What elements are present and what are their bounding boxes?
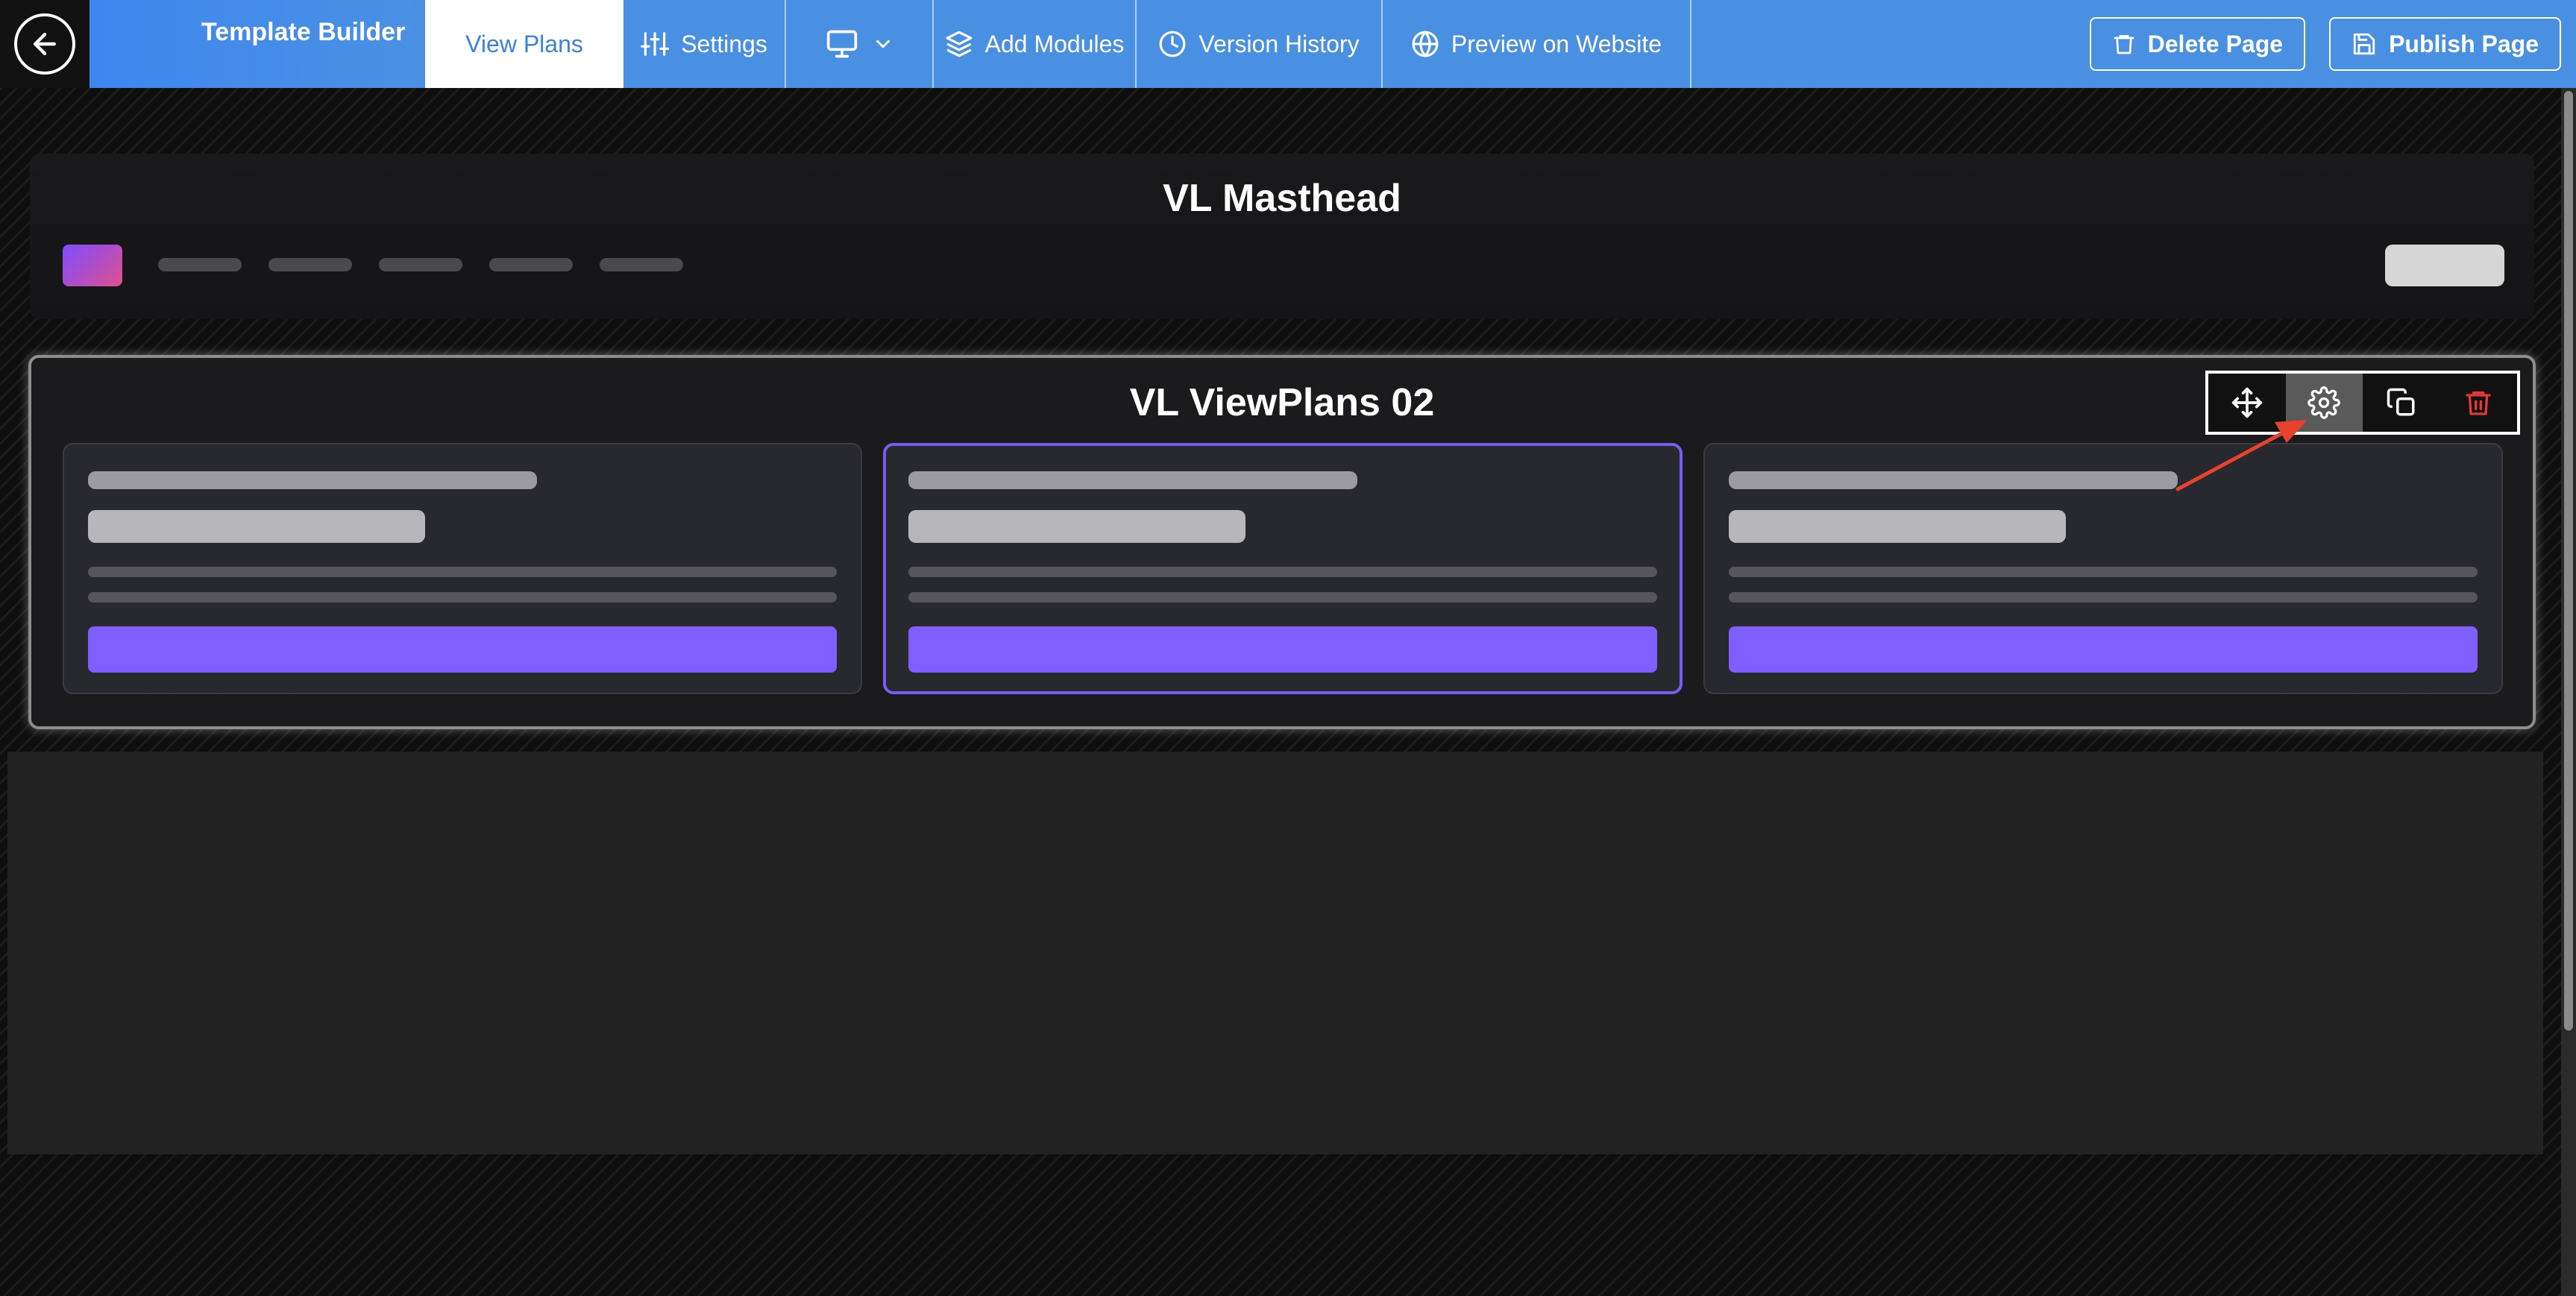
tab-label: Settings [681, 30, 767, 57]
move-button[interactable] [2208, 374, 2286, 432]
nav-placeholder [489, 258, 573, 271]
tab-label: Preview on Website [1451, 30, 1662, 57]
delete-module-button[interactable] [2440, 374, 2518, 432]
nav-placeholder [158, 258, 242, 271]
masthead-logo-placeholder [63, 245, 122, 286]
tab-label: Version History [1199, 30, 1360, 57]
tab-preview-on-website[interactable]: Preview on Website [1383, 0, 1691, 88]
viewplans-title: VL ViewPlans 02 [1129, 381, 1435, 424]
module-settings-button[interactable] [2285, 374, 2363, 432]
plan-name-placeholder [1729, 471, 2178, 489]
plan-card-selected[interactable] [883, 443, 1683, 694]
app-title: Template Builder [201, 18, 406, 46]
save-icon [2353, 33, 2375, 55]
trash-icon [2466, 391, 2491, 415]
masthead-cta-placeholder [2385, 245, 2504, 286]
brand-area: Template Builder [89, 0, 425, 88]
scrollbar-thumb[interactable] [2564, 91, 2573, 1031]
plan-price-placeholder [908, 510, 1245, 543]
nav-placeholder [379, 258, 462, 271]
plan-cta-placeholder [908, 626, 1657, 673]
tab-label: View Plans [465, 30, 583, 57]
plan-price-placeholder [1729, 510, 2066, 543]
masthead-title: VL Masthead [1163, 177, 1401, 220]
nav-placeholder [600, 258, 683, 271]
move-icon [2231, 387, 2262, 418]
layers-icon [946, 31, 973, 57]
masthead-module[interactable]: VL Masthead [30, 154, 2534, 319]
device-selector[interactable] [786, 0, 934, 88]
monitor-icon [826, 30, 858, 58]
plan-text-placeholder [1729, 567, 2478, 577]
plan-card[interactable] [1703, 443, 2503, 694]
module-toolbar [2205, 371, 2520, 435]
back-button[interactable] [14, 13, 75, 75]
plan-cta-placeholder [1729, 626, 2478, 673]
plan-text-placeholder [88, 567, 837, 577]
plan-card[interactable] [63, 443, 862, 694]
publish-page-label: Publish Page [2389, 30, 2539, 57]
plan-text-placeholder [908, 567, 1657, 577]
plan-name-placeholder [88, 471, 537, 489]
plan-price-placeholder [88, 510, 425, 543]
nav-placeholder [268, 258, 352, 271]
page-actions: Delete Page Publish Page [2089, 0, 2576, 88]
tab-label: Add Modules [984, 30, 1125, 57]
tab-version-history[interactable]: Version History [1137, 0, 1383, 88]
publish-page-button[interactable]: Publish Page [2329, 17, 2561, 71]
plan-text-placeholder [908, 592, 1657, 603]
globe-icon [1412, 30, 1439, 58]
vertical-scrollbar[interactable] [2561, 88, 2576, 1296]
tab-add-modules[interactable]: Add Modules [934, 0, 1137, 88]
tab-view-plans[interactable]: View Plans [425, 0, 623, 88]
arrow-left-icon [33, 32, 57, 56]
plan-name-placeholder [908, 471, 1357, 489]
plan-text-placeholder [88, 592, 837, 603]
clock-icon [1159, 31, 1186, 57]
empty-module-area [7, 752, 2543, 1154]
tab-settings[interactable]: Settings [623, 0, 786, 88]
gear-icon [2308, 386, 2341, 419]
sliders-icon [641, 32, 670, 56]
chevron-down-icon [876, 40, 890, 48]
delete-page-label: Delete Page [2147, 30, 2284, 57]
top-bar: Template Builder View Plans Settings Add… [0, 0, 2576, 88]
back-button-container [0, 0, 89, 88]
delete-page-button[interactable]: Delete Page [2089, 17, 2306, 71]
duplicate-button[interactable] [2363, 374, 2440, 432]
trash-icon [2114, 35, 2134, 54]
duplicate-icon [2387, 388, 2415, 416]
plan-text-placeholder [1729, 592, 2478, 603]
plan-cta-placeholder [88, 626, 837, 673]
